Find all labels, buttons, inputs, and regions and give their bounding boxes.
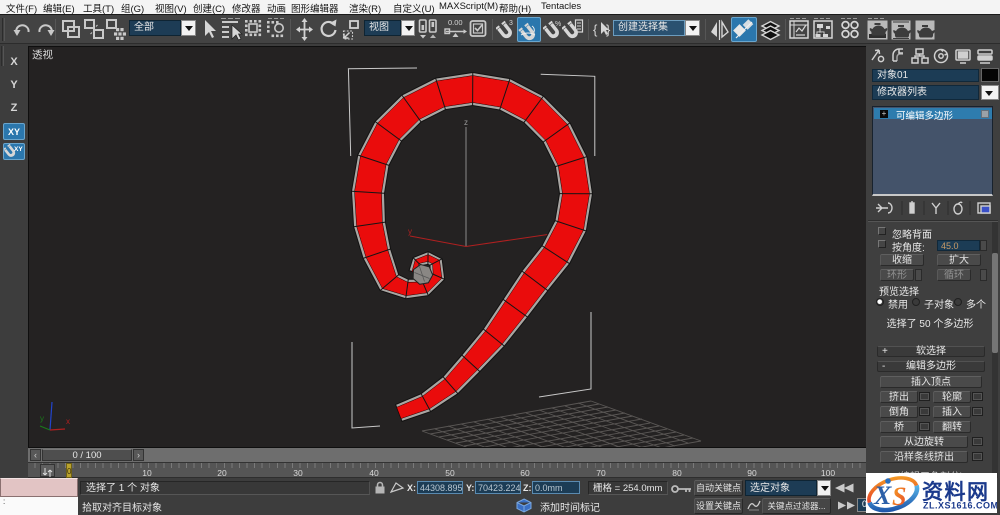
svg-text:y: y	[408, 227, 412, 236]
svg-text:%: %	[555, 21, 561, 28]
svg-text:X: X	[873, 481, 892, 510]
svg-text:3: 3	[509, 20, 513, 27]
svg-text:S: S	[892, 482, 906, 511]
svg-text:{: {	[593, 22, 598, 37]
svg-text:ZL.XS1616.COM: ZL.XS1616.COM	[923, 501, 997, 511]
svg-text:x: x	[66, 417, 70, 426]
svg-text:z: z	[464, 118, 468, 127]
svg-text:y: y	[40, 414, 44, 423]
svg-text:0.00: 0.00	[448, 18, 463, 27]
svg-text:XY: XY	[14, 146, 23, 153]
